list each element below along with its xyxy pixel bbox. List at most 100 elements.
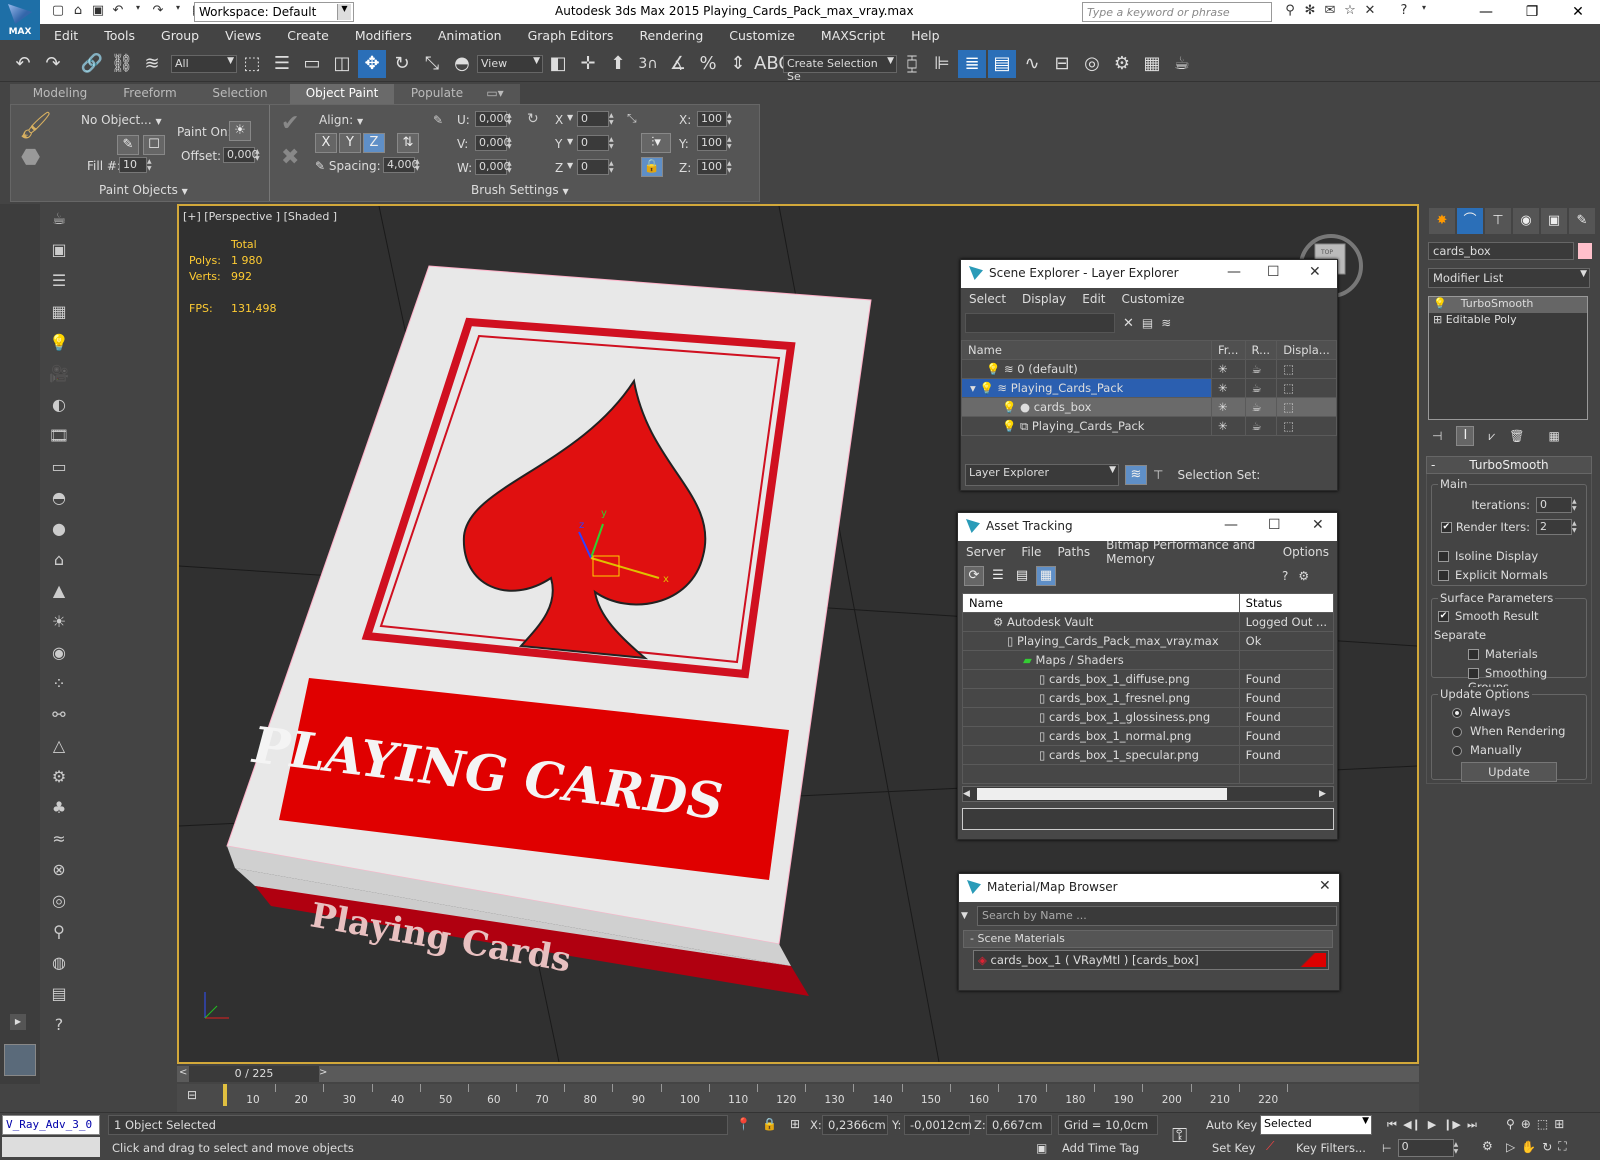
offset-spinner[interactable]: 0,000 ▲ ▼ [223, 147, 263, 163]
menu-options[interactable]: Options [1275, 541, 1337, 563]
spinner-arrows-icon[interactable]: ▲ ▼ [609, 136, 617, 150]
place-icon[interactable]: ◓ [448, 50, 476, 78]
material-editor-icon[interactable]: ◎ [1078, 50, 1106, 78]
maxscript-output[interactable] [2, 1137, 100, 1157]
spinner-snap-icon[interactable]: ⇕ [724, 50, 752, 78]
modify-tab-icon[interactable]: ⌒ [1457, 208, 1483, 234]
menu-maxscript[interactable]: MAXScript [807, 24, 897, 46]
table-row[interactable]: ▯ cards_box_1_fresnel.png Found [962, 688, 1335, 708]
go-to-end-icon[interactable]: ⏭ [1462, 1115, 1482, 1135]
selected-set-dropdown[interactable]: Selected ▼ [1260, 1115, 1372, 1135]
disc-icon[interactable]: ◉ [45, 643, 73, 669]
molecule-icon[interactable]: ⚯ [45, 705, 73, 731]
mini-curve-editor-icon[interactable]: ⊟ [187, 1088, 197, 1102]
scroll-left-icon[interactable]: ◀ [963, 789, 977, 799]
remove-modifier-icon[interactable]: 🗑 [1509, 429, 1524, 443]
tab-modeling[interactable]: Modeling [10, 84, 110, 104]
col-render[interactable]: R... [1244, 340, 1278, 360]
orbit-icon[interactable]: ↻ [1542, 1140, 1552, 1154]
tab-selection[interactable]: Selection [190, 84, 290, 104]
rot-y-value[interactable]: 0 [577, 135, 609, 151]
lock-scale-button[interactable]: 🔒 [641, 157, 663, 177]
offset-value[interactable]: 0,000 [223, 147, 259, 163]
w-value[interactable]: 0,000 [475, 159, 511, 175]
rotate-icon[interactable]: ↻ [388, 50, 416, 78]
scale-y-spinner[interactable]: 100 ▲ ▼ [697, 135, 735, 151]
paint-objects-panel-label[interactable]: Paint Objects ▼ [99, 183, 188, 197]
spinner-arrows-icon[interactable]: ▲ ▼ [415, 158, 423, 172]
chevron-down-icon[interactable]: ▼ [567, 137, 573, 146]
undo-icon[interactable]: ↶ [9, 50, 37, 78]
menu-edit[interactable]: Edit [40, 24, 90, 46]
lightbulb-icon[interactable]: 💡 [986, 362, 1000, 376]
lightbulb-icon[interactable]: 💡 [1433, 297, 1447, 310]
redo-icon[interactable]: ↷ [148, 2, 168, 20]
materials-checkbox[interactable] [1468, 649, 1479, 660]
minimize-icon[interactable]: — [1224, 517, 1238, 533]
fov-icon[interactable]: ▷ [1506, 1140, 1515, 1154]
set-key-button[interactable]: Set Key [1212, 1141, 1255, 1155]
smooth-result-checkbox[interactable]: ✔ [1438, 611, 1449, 622]
menu-server[interactable]: Server [958, 541, 1013, 563]
hierarchy-tab-icon[interactable]: ⊤ [1485, 208, 1511, 234]
time-slider-thumb[interactable]: 0 / 225 [189, 1066, 319, 1082]
search-scene-icon[interactable]: ⚲ [45, 922, 73, 948]
lightbulb-icon[interactable]: 💡 [979, 381, 993, 395]
hierarchy-icon[interactable]: ⊤ [1153, 468, 1163, 482]
paint-on-dropdown[interactable]: ☀ [229, 121, 251, 141]
smoothing-groups-checkbox[interactable] [1468, 668, 1479, 679]
spinner-arrows-icon[interactable]: ▲ ▼ [147, 158, 155, 172]
spinner-arrows-icon[interactable]: ▲ ▼ [1454, 1141, 1462, 1155]
mirror-icon[interactable]: ⧮ [898, 50, 926, 78]
rot-x-value[interactable]: 0 [577, 111, 609, 127]
menu-tools[interactable]: Tools [90, 24, 147, 46]
render-iters-checkbox[interactable]: ✔ [1440, 521, 1452, 533]
w-spinner[interactable]: 0,000 ▲ ▼ [475, 159, 515, 175]
new-icon[interactable]: ▢ [48, 2, 68, 20]
minimize-button[interactable]: — [1464, 0, 1508, 24]
collapse-icon[interactable]: - [1431, 457, 1435, 473]
scale-icon[interactable]: ⤡ [418, 50, 446, 78]
globe-icon[interactable]: ◍ [45, 953, 73, 979]
options-icon[interactable]: ▤ [1142, 316, 1153, 330]
spinner-arrows-icon[interactable]: ▲ ▼ [255, 148, 263, 162]
help-icon[interactable]: ? [1394, 2, 1414, 20]
next-frame-icon[interactable]: ❙▶ [1442, 1115, 1462, 1135]
selection-filter-dropdown[interactable]: All ▼ [171, 54, 237, 73]
settings-icon[interactable]: ⚙ [1298, 569, 1309, 583]
undo-icon[interactable]: ↶ [108, 2, 128, 20]
fill-spinner[interactable]: 10 ▲ ▼ [119, 157, 155, 173]
rot-z-spinner[interactable]: 0 ▲ ▼ [577, 159, 617, 175]
close-icon[interactable]: ✕ [1319, 878, 1331, 894]
spinner-arrows-icon[interactable]: ▲ ▼ [609, 112, 617, 126]
lightbulb-icon[interactable]: 💡 [1002, 400, 1016, 414]
material-search-input[interactable]: Search by Name ... [977, 906, 1337, 926]
edit-list-button[interactable]: ☐ [143, 135, 165, 155]
schematic-view-icon[interactable]: ⊟ [1048, 50, 1076, 78]
edit-named-selection-icon[interactable]: ABC [754, 50, 791, 78]
freeze-icon[interactable]: ✳ [1211, 416, 1246, 436]
menu-customize[interactable]: Customize [1114, 288, 1193, 310]
chevron-down-icon[interactable]: ▼ [567, 161, 573, 170]
track-bar[interactable]: ⊟ 10 20 30 40 50 60 70 80 90 100 110 120 130 140 150 16… [177, 1084, 1419, 1112]
film-icon[interactable]: 🎞 [45, 426, 73, 452]
u-spinner[interactable]: 0,000 ▲ ▼ [475, 111, 515, 127]
menu-file[interactable]: File [1013, 541, 1049, 563]
current-frame-field[interactable]: 0 [1397, 1139, 1454, 1157]
minimize-icon[interactable]: — [1227, 264, 1241, 280]
restore-button[interactable]: ❐ [1510, 0, 1554, 24]
iterations-value[interactable]: 0 [1536, 497, 1572, 513]
reference-coordinate-dropdown[interactable]: View ▼ [477, 54, 543, 73]
glass-sphere-icon[interactable]: ◎ [45, 891, 73, 917]
scene-explorer-titlebar[interactable]: Scene Explorer - Layer Explorer — ☐ ✕ [961, 260, 1337, 288]
table-row[interactable]: ▾ 💡 ≋ Playing_Cards_Pack ✳ ☕ ⬚ [961, 378, 1337, 398]
clear-icon[interactable]: ✕ [1123, 316, 1134, 331]
spinner-arrows-icon[interactable]: ▲ ▼ [727, 112, 735, 126]
time-slider[interactable]: < 0 / 225 > [177, 1066, 1419, 1082]
refresh-icon[interactable]: ⟳ [964, 566, 984, 586]
brush-settings-panel-label[interactable]: Brush Settings ▼ [471, 183, 569, 197]
keyboard-shortcut-override-icon[interactable]: ⬆ [604, 50, 632, 78]
col-frozen[interactable]: Fr... [1211, 340, 1246, 360]
app-logo[interactable]: MAX [0, 0, 40, 40]
align-x-button[interactable]: X [315, 133, 337, 153]
